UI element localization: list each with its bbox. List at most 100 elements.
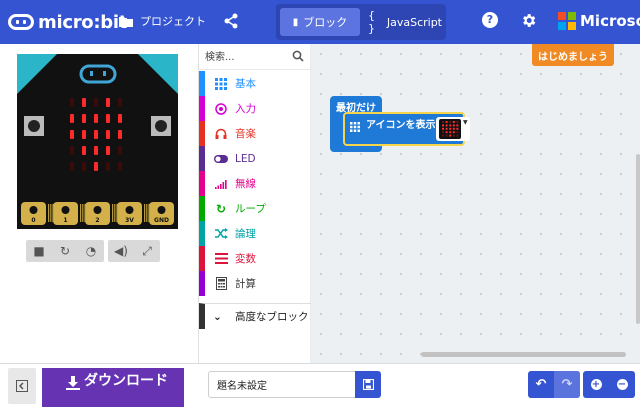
advanced-blocks-toggle[interactable]: ⌄ 高度なブロック — [199, 303, 311, 329]
blocks-tab[interactable]: ▮ ブロック — [280, 8, 360, 36]
microsoft-label: Microsoft — [580, 12, 640, 30]
projects-button[interactable]: プロジェクト — [118, 13, 206, 29]
category-music[interactable]: 音楽 — [199, 121, 311, 146]
simulator-controls: ■ ↻ ◔ ◀) ⤢ — [26, 240, 160, 262]
category-basic[interactable]: 基本 — [199, 71, 311, 96]
button-b[interactable] — [151, 116, 171, 136]
zoom-in-button[interactable]: + — [583, 371, 609, 398]
icon-preview — [439, 119, 461, 139]
download-icon — [66, 376, 80, 390]
javascript-tab-label: JavaScript — [386, 15, 442, 29]
top-bar: micro:bit プロジェクト ▮ ブロック { } JavaScript ? — [0, 0, 640, 44]
project-name-input[interactable] — [208, 371, 356, 398]
category-label: 論理 — [235, 228, 256, 240]
brand-name: micro:bit — [38, 11, 127, 33]
tutorial-button[interactable]: はじめましょう — [532, 44, 614, 66]
icon-picker-dropdown[interactable]: ▼ — [436, 117, 470, 141]
save-button[interactable] — [355, 371, 381, 398]
category-label: 音楽 — [235, 128, 256, 140]
settings-button[interactable] — [520, 12, 537, 32]
category-label: 変数 — [235, 253, 256, 265]
projects-label: プロジェクト — [140, 15, 206, 28]
zoom-out-button[interactable]: − — [609, 371, 635, 398]
svg-text:3V: 3V — [125, 217, 134, 224]
restart-icon[interactable]: ↻ — [52, 240, 78, 262]
category-label: 計算 — [235, 278, 256, 290]
redo-button[interactable]: ↷ — [554, 371, 580, 398]
undo-redo-group: ↶ ↷ — [528, 371, 580, 398]
category-label: 無線 — [235, 178, 256, 190]
category-loops[interactable]: ↻ ループ — [199, 196, 311, 221]
pin-0: 0 — [21, 202, 46, 225]
category-math[interactable]: 計算 — [199, 271, 311, 296]
microbit-simulator-board[interactable]: 0 1 2 3V GND — [17, 54, 178, 229]
collapse-simulator-button[interactable] — [8, 368, 36, 404]
calculator-icon — [213, 277, 229, 290]
gpio-pins: 0 1 2 3V GND — [21, 202, 174, 225]
editor-mode-toggle: ▮ ブロック { } JavaScript — [276, 4, 446, 40]
svg-text:2: 2 — [95, 217, 99, 224]
collapse-icon — [16, 380, 28, 392]
headphones-icon — [213, 128, 229, 140]
braces-icon: { } — [368, 9, 375, 35]
search-icon[interactable] — [292, 50, 304, 62]
dropdown-arrow-icon: ▼ — [463, 119, 468, 126]
pin-4: GND — [149, 202, 174, 225]
vertical-scrollbar[interactable] — [636, 154, 640, 324]
svg-text:0: 0 — [31, 217, 35, 224]
svg-text:GND: GND — [154, 217, 169, 224]
zoom-in-icon: + — [590, 379, 602, 390]
puzzle-icon: ▮ — [292, 16, 299, 28]
variables-icon — [213, 253, 229, 264]
blocks-workspace[interactable]: はじめましょう 最初だけ アイコンを表示 ▼ — [311, 44, 640, 363]
blocks-tab-label: ブロック — [303, 16, 348, 29]
folder-icon — [119, 16, 133, 27]
category-led[interactable]: LED — [199, 146, 311, 171]
category-logic[interactable]: 論理 — [199, 221, 311, 246]
share-button[interactable] — [224, 13, 238, 32]
chevron-down-icon: ⌄ — [213, 310, 222, 323]
shuffle-icon — [213, 228, 229, 239]
help-icon[interactable]: ? — [482, 12, 498, 28]
slow-mo-icon[interactable]: ◔ — [78, 240, 104, 262]
toolbox-search — [199, 44, 311, 70]
signal-bars-icon — [213, 179, 229, 189]
microsoft-squares-icon — [558, 12, 576, 30]
bottom-bar: ダウンロード ↶ ↷ + − — [0, 363, 640, 407]
download-label: ダウンロード — [84, 373, 168, 389]
microbit-logo[interactable]: micro:bit — [8, 10, 127, 34]
download-button[interactable]: ダウンロード — [42, 368, 184, 407]
pin-3: 3V — [117, 202, 142, 225]
category-input[interactable]: 入力 — [199, 96, 311, 121]
advanced-label: 高度なブロック — [235, 311, 309, 323]
zoom-out-icon: − — [616, 379, 628, 390]
microsoft-logo[interactable]: Microsoft — [558, 12, 640, 30]
svg-text:1: 1 — [63, 217, 67, 224]
loop-icon: ↻ — [215, 201, 227, 216]
search-input[interactable] — [205, 49, 289, 65]
fullscreen-icon[interactable]: ⤢ — [134, 240, 160, 262]
category-label: 入力 — [235, 103, 256, 115]
show-icon-block[interactable]: アイコンを表示 ▼ — [343, 112, 470, 146]
javascript-tab[interactable]: { } JavaScript — [368, 8, 442, 36]
pin-2: 2 — [85, 202, 110, 225]
block-toolbox: 基本 入力 音楽 LED 無線 ↻ ループ 論理 — [198, 44, 311, 363]
category-radio[interactable]: 無線 — [199, 171, 311, 196]
microbit-logo-icon — [8, 14, 34, 30]
category-label: ループ — [235, 203, 266, 215]
horizontal-scrollbar[interactable] — [421, 352, 626, 357]
grid-icon — [213, 77, 229, 90]
stop-icon[interactable]: ■ — [26, 240, 52, 262]
toggle-icon — [213, 154, 229, 163]
undo-button[interactable]: ↶ — [528, 371, 554, 398]
pin-1: 1 — [53, 202, 78, 225]
mute-icon[interactable]: ◀) — [108, 240, 134, 262]
button-a[interactable] — [24, 116, 44, 136]
share-icon — [224, 13, 238, 29]
category-variables[interactable]: 変数 — [199, 246, 311, 271]
grid-icon — [350, 122, 360, 132]
heart-icon — [442, 121, 459, 137]
show-icon-label: アイコンを表示 — [366, 120, 436, 131]
category-label: 基本 — [235, 78, 256, 90]
input-icon — [213, 102, 229, 115]
